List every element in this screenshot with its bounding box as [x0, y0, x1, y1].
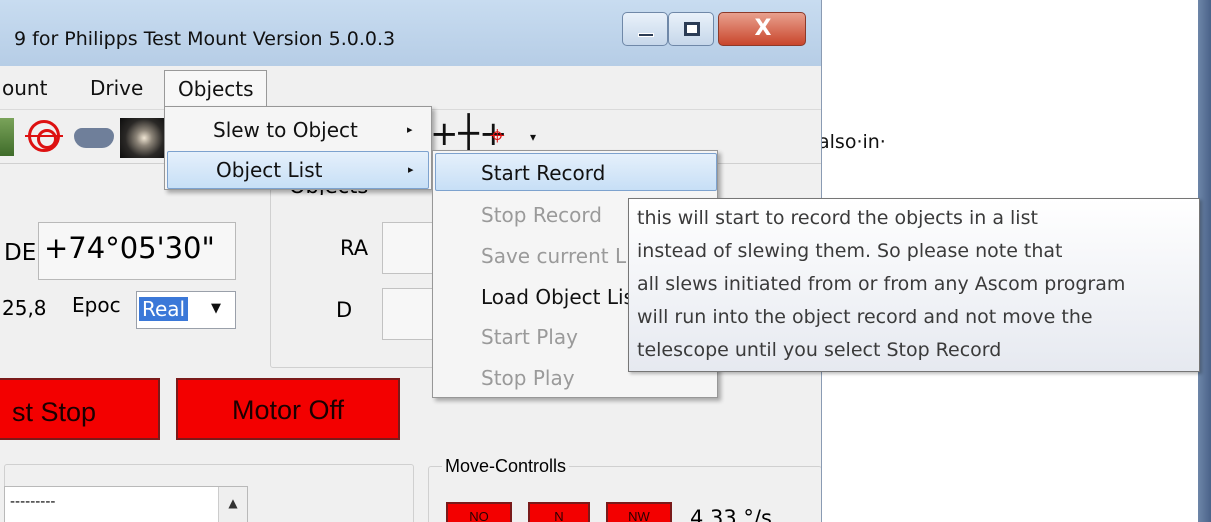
tooltip-line: will run into the object record and not … [637, 306, 1093, 328]
menu-item-stop-play[interactable]: Stop Play [481, 366, 575, 390]
list-item: --------- [10, 494, 56, 510]
menu-item-object-list[interactable]: Object List ▸ [167, 151, 429, 189]
minimize-button[interactable] [622, 12, 668, 46]
tooltip-line: instead of slewing them. So please note … [637, 240, 1063, 262]
epoc-label: Epoc [72, 293, 121, 317]
de-label: DE [4, 240, 37, 266]
chevron-down-icon[interactable]: ▾ [530, 130, 536, 144]
maximize-button[interactable] [668, 12, 714, 46]
move-controls-label: Move-Controlls [442, 456, 570, 477]
ra-label: RA [340, 236, 369, 260]
epoc-selected-value: Real [139, 297, 189, 321]
minimize-icon [638, 33, 654, 37]
window-title: 9 for Philipps Test Mount Version 5.0.0.… [14, 28, 396, 50]
partial-value: 25,8 [2, 296, 47, 320]
gamepad-icon[interactable] [74, 128, 114, 148]
menu-item-start-record[interactable]: Start Record [481, 161, 605, 185]
menu-item-load-object-list[interactable]: Load Object List [481, 285, 642, 309]
epoc-select[interactable]: Real ▼ [136, 291, 236, 329]
tooltip-line: this will start to record the objects in… [637, 207, 1038, 229]
d-label: D [336, 298, 353, 322]
tooltip-line: all slews initiated from or from any Asc… [637, 273, 1126, 295]
speed-readout: 4,33 °/s [690, 506, 772, 522]
menu-objects[interactable]: Objects [164, 70, 267, 110]
stop-button[interactable]: st Stop [0, 378, 160, 440]
scroll-up-icon[interactable]: ▲ [218, 487, 247, 522]
de-value: +74°05'30" [44, 231, 215, 265]
title-bar[interactable]: 9 for Philipps Test Mount Version 5.0.0.… [0, 0, 821, 66]
submenu-arrow-icon: ▸ [408, 163, 414, 176]
move-nw-button[interactable]: NW [606, 502, 672, 522]
menu-item-label: Slew to Object [213, 118, 358, 142]
motor-off-button[interactable]: Motor Off [176, 378, 400, 440]
move-no-button[interactable]: NO [446, 502, 512, 522]
menu-mount[interactable]: ount [2, 76, 47, 100]
menu-bar: ount Drive Objects [0, 70, 821, 110]
menu-item-stop-record[interactable]: Stop Record [481, 203, 602, 227]
objects-menu: Slew to Object ▸ Object List ▸ [164, 106, 432, 190]
menu-item-save-current-list[interactable]: Save current List [481, 244, 650, 268]
green-tool-icon[interactable] [0, 118, 14, 156]
maximize-icon [684, 22, 700, 36]
close-button[interactable]: X [718, 12, 806, 46]
target-icon[interactable] [25, 120, 63, 152]
submenu-arrow-icon: ▸ [407, 123, 413, 136]
close-icon: X [754, 16, 772, 41]
menu-item-slew-to-object[interactable]: Slew to Object ▸ [165, 111, 431, 149]
chevron-down-icon[interactable]: ▼ [211, 301, 221, 316]
background-document-text: also·in· [818, 131, 886, 153]
menu-item-label: Object List [216, 158, 323, 182]
menu-item-start-play[interactable]: Start Play [481, 325, 578, 349]
menu-drive[interactable]: Drive [90, 76, 143, 100]
move-n-button[interactable]: N [528, 502, 590, 522]
objects-group [270, 188, 452, 368]
tooltip-line: telescope until you select Stop Record [637, 339, 1002, 361]
tooltip: this will start to record the objects in… [628, 198, 1200, 372]
galaxy-icon[interactable] [120, 118, 164, 158]
